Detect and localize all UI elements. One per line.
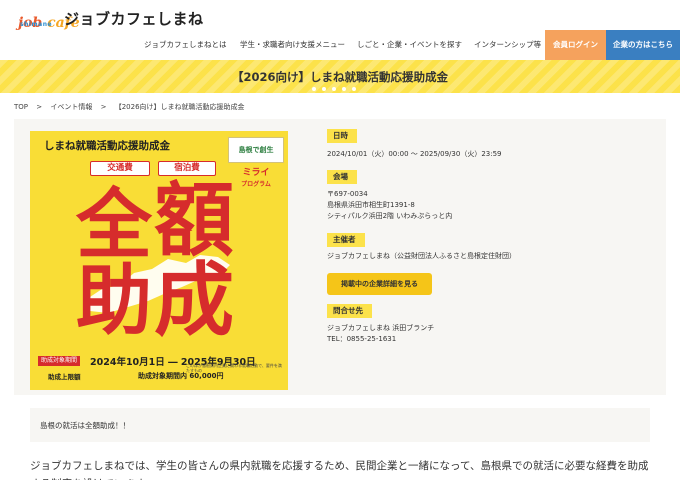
summary-box: 島根の就活は全額助成！！ xyxy=(30,408,650,442)
page-title: 【2026向け】しまね就職活動応援助成金 xyxy=(231,70,448,84)
poster-title: しまね就職活動応援助成金 xyxy=(44,140,170,152)
poster-char-sei: 成 xyxy=(154,254,234,347)
breadcrumb-top[interactable]: TOP xyxy=(14,103,28,111)
host-label: 主催者 xyxy=(327,233,365,247)
poster-char-zen: 全 xyxy=(76,180,152,269)
host-value: ジョブカフェしまね（公益財団法人ふるさと島根定住財団） xyxy=(327,252,516,260)
summary-text: 島根の就活は全額助成！！ xyxy=(40,421,130,430)
venue-label: 会場 xyxy=(327,170,357,184)
poster-period-label: 助成対象期間 xyxy=(38,356,81,366)
breadcrumb-separator: > xyxy=(100,103,107,111)
venue-address: 島根県浜田市相生町1391-8 xyxy=(327,201,415,209)
page-title-banner: 【2026向け】しまね就職活動応援助成金 xyxy=(0,60,680,93)
breadcrumb-current: 【2026向け】しまね就職活動応援助成金 xyxy=(114,103,245,111)
contact-label: 問合せ先 xyxy=(327,304,372,318)
breadcrumb-events[interactable]: イベント情報 xyxy=(50,103,92,111)
venue-zip: 〒697-0034 xyxy=(327,190,368,198)
poster-char-jo: 助 xyxy=(76,256,152,345)
date-value: 2024/10/01（火）00:00 ～ 2025/09/30（火）23:59 xyxy=(327,150,502,158)
view-company-details-button[interactable]: 掲載中の企業詳細を見る xyxy=(327,273,432,295)
poster-logo-mirai: ミライ プログラム xyxy=(241,168,271,188)
contact-tel: TEL：0855-25-1631 xyxy=(327,335,397,343)
nav-item-about[interactable]: ジョブカフェしまねとは xyxy=(144,30,227,60)
poster-limit-label: 助成上限額 xyxy=(48,373,81,381)
event-poster-image: しまね就職活動応援助成金 交通費 宿泊費 島根で創生 ミライ プログラム 全 額… xyxy=(30,131,288,390)
nav-item-support-menu[interactable]: 学生・求職者向け支援メニュー xyxy=(240,30,345,60)
banner-dots-decoration xyxy=(312,87,356,91)
contact-name: ジョブカフェしまね 浜田ブランチ xyxy=(327,324,435,332)
nav-item-search[interactable]: しごと・企業・イベントを探す xyxy=(357,30,462,60)
member-login-button[interactable]: 会員ログイン xyxy=(545,30,606,60)
poster-logo-sousei: 島根で創生 xyxy=(228,137,284,163)
breadcrumb-separator: > xyxy=(36,103,43,111)
breadcrumb: TOP > イベント情報 > 【2026向け】しまね就職活動応援助成金 xyxy=(14,102,251,112)
nav-item-internship[interactable]: インターンシップ等 xyxy=(474,30,541,60)
date-label: 日時 xyxy=(327,129,357,143)
poster-note: このほか島根県内企業に関わる就職活動で、要件を満たすもの xyxy=(186,363,282,373)
venue-building: シティパルク浜田2階 いわみぷらっと内 xyxy=(327,212,453,220)
company-link-button[interactable]: 企業の方はこちら xyxy=(606,30,680,60)
logo-title[interactable]: ジョブカフェしまね xyxy=(64,8,204,29)
logo-shimane-text: shimane xyxy=(20,21,53,28)
poster-tag-transport: 交通費 xyxy=(90,161,150,176)
poster-char-gaku: 額 xyxy=(154,174,234,267)
site-header: job cafe shimane ジョブカフェしまね ジョブカフェしまねとは 学… xyxy=(0,0,680,60)
body-paragraph: ジョブカフェしまねでは、学生の皆さんの県内就職を応援するため、民間企業と一緒にな… xyxy=(30,460,649,480)
